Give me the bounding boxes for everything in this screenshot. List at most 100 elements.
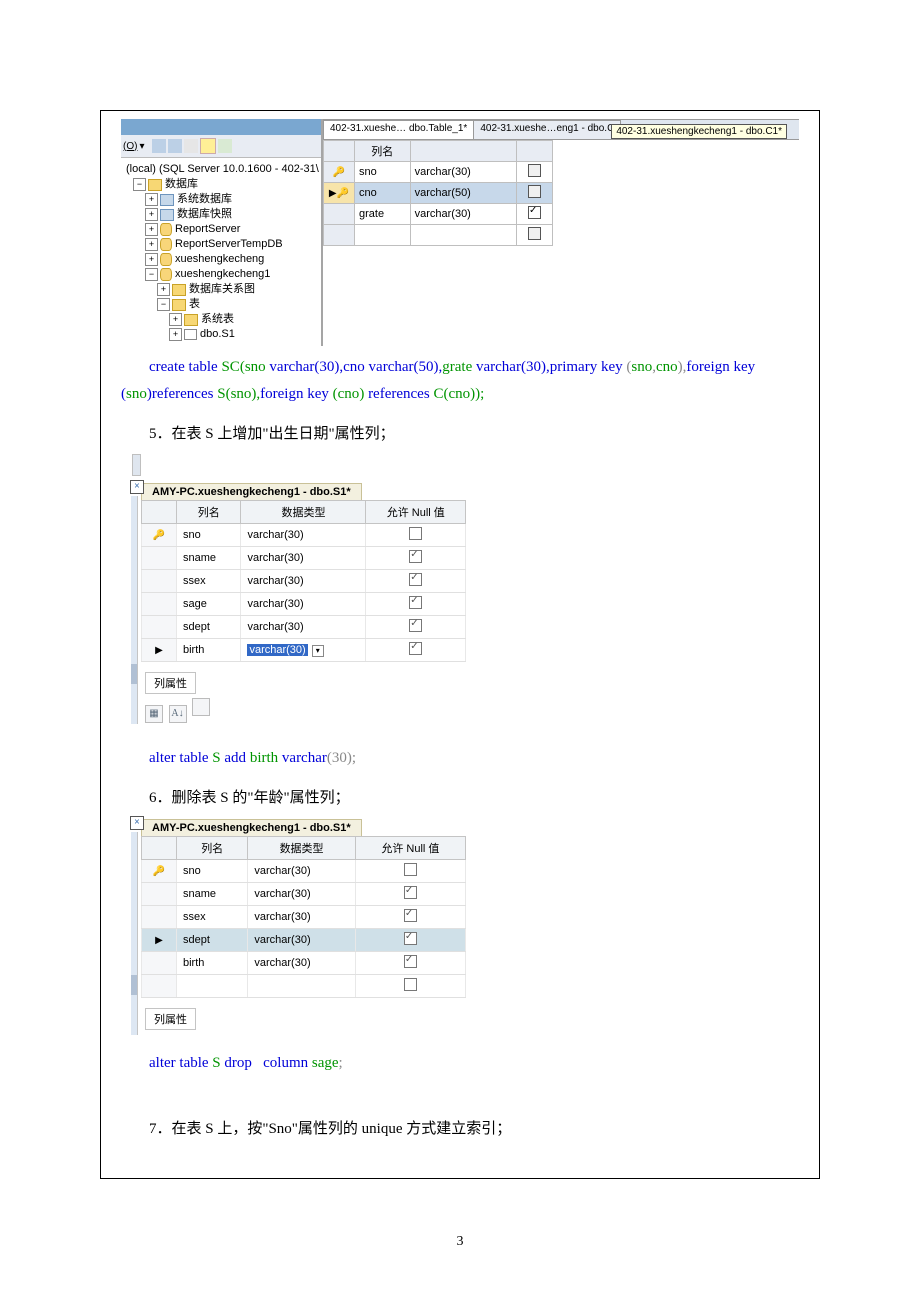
explorer-title-bar: [121, 119, 321, 135]
null-checkbox[interactable]: [404, 909, 417, 922]
column-row-empty[interactable]: [142, 975, 466, 998]
column-row[interactable]: ssexvarchar(30): [142, 906, 466, 929]
refresh-icon[interactable]: [218, 139, 232, 153]
side-strip: [131, 496, 138, 724]
col-header-name: 列名: [177, 501, 241, 524]
columns-grid[interactable]: 列名 🔑 snovarchar(30) ▶🔑 cnovarchar(50): [323, 140, 553, 246]
null-checkbox[interactable]: [528, 227, 541, 240]
null-checkbox[interactable]: [409, 573, 422, 586]
tree-tables[interactable]: −表: [123, 297, 319, 312]
col-header-type: 数据类型: [241, 501, 366, 524]
column-row[interactable]: ▶birthvarchar(30)▾: [142, 639, 466, 662]
column-row[interactable]: birthvarchar(30): [142, 952, 466, 975]
task-6: 6．删除表 S 的"年龄"属性列；: [149, 786, 799, 807]
designer-grid[interactable]: 列名 数据类型 允许 Null 值 🔑snovarchar(30) snamev…: [141, 836, 466, 998]
datatype-selected[interactable]: varchar(30): [247, 644, 307, 656]
dropdown-icon[interactable]: ▾: [312, 645, 324, 657]
close-icon[interactable]: ×: [130, 480, 144, 494]
null-checkbox[interactable]: [409, 596, 422, 609]
column-properties-tab[interactable]: 列属性: [145, 1008, 196, 1030]
screenshot-designer-add-birth: × AMY-PC.xueshengkecheng1 - dbo.S1* 列名 数…: [131, 453, 799, 725]
screenshot-ssms-table-sc: (O)▾ (local) (SQL Server 10.0.1600 - 402…: [121, 119, 799, 346]
tree-table-s1[interactable]: +dbo.S1: [123, 327, 319, 342]
null-checkbox[interactable]: [528, 206, 541, 219]
sort-icon[interactable]: A↓: [169, 705, 187, 723]
column-row[interactable]: 🔑 snovarchar(30): [324, 162, 553, 183]
sql-create-table: create table SC(sno varchar(30),cno varc…: [121, 354, 799, 381]
col-header-name: 列名: [177, 837, 248, 860]
filter-icon[interactable]: [200, 138, 216, 154]
null-checkbox[interactable]: [528, 185, 541, 198]
key-icon: 🔑: [153, 530, 165, 541]
col-header-null: 允许 Null 值: [355, 837, 465, 860]
explorer-toolbar: (O)▾: [121, 135, 321, 158]
tree-diagrams[interactable]: +数据库关系图: [123, 282, 319, 297]
document-frame: (O)▾ (local) (SQL Server 10.0.1600 - 402…: [100, 110, 820, 1179]
tab-table1[interactable]: 402-31.xueshe… dbo.Table_1*: [323, 120, 474, 139]
sql-alter-drop-sage: alter table S drop column sage;: [149, 1050, 799, 1077]
tab-c1[interactable]: 402-31.xueshe…eng1 - dbo.C: [473, 120, 621, 139]
task-7: 7．在表 S 上，按"Sno"属性列的 unique 方式建立索引；: [149, 1117, 799, 1138]
tree-db-xueshengkecheng[interactable]: +xueshengkecheng: [123, 252, 319, 267]
side-marker: [131, 664, 137, 684]
toolbar-icon[interactable]: [168, 139, 182, 153]
column-row[interactable]: snamevarchar(30): [142, 547, 466, 570]
tree-system-tables[interactable]: +系统表: [123, 312, 319, 327]
properties-toolbar: ▦ A↓: [145, 698, 466, 723]
null-checkbox[interactable]: [409, 642, 422, 655]
blank-tool[interactable]: [192, 698, 210, 716]
sql-create-table-cont: (sno)references S(sno),foreign key (cno)…: [121, 381, 799, 408]
key-icon: 🔑: [337, 188, 349, 199]
tab-tooltip: 402-31.xueshengkecheng1 - dbo.C1*: [611, 124, 787, 139]
column-row[interactable]: 🔑snovarchar(30): [142, 860, 466, 883]
null-checkbox[interactable]: [409, 619, 422, 632]
key-icon: 🔑: [333, 167, 345, 178]
null-checkbox[interactable]: [409, 550, 422, 563]
toolbar-icon[interactable]: [184, 139, 198, 153]
side-marker: [131, 975, 137, 995]
column-row[interactable]: sdeptvarchar(30): [142, 616, 466, 639]
connect-dropdown[interactable]: (O): [123, 141, 137, 152]
column-row[interactable]: sagevarchar(30): [142, 593, 466, 616]
toolbar-stub: [132, 454, 141, 476]
screenshot-designer-drop-sage: × AMY-PC.xueshengkecheng1 - dbo.S1* 列名 数…: [131, 817, 799, 1036]
null-checkbox[interactable]: [404, 955, 417, 968]
tree-db-reportserver[interactable]: +ReportServer: [123, 222, 319, 237]
column-row[interactable]: ▶sdeptvarchar(30): [142, 929, 466, 952]
tree-db-reportservertemp[interactable]: +ReportServerTempDB: [123, 237, 319, 252]
tree-system-db[interactable]: +系统数据库: [123, 192, 319, 207]
sql-alter-add-birth: alter table S add birth varchar(30);: [149, 745, 799, 772]
column-row[interactable]: ssexvarchar(30): [142, 570, 466, 593]
col-header-null: 允许 Null 值: [366, 501, 466, 524]
tree-db-snapshots[interactable]: +数据库快照: [123, 207, 319, 222]
close-icon[interactable]: ×: [130, 816, 144, 830]
null-checkbox[interactable]: [404, 978, 417, 991]
designer-grid[interactable]: 列名 数据类型 允许 Null 值 🔑snovarchar(30) snamev…: [141, 500, 466, 662]
column-row[interactable]: 🔑snovarchar(30): [142, 524, 466, 547]
page-number: 3: [100, 1234, 820, 1250]
null-checkbox[interactable]: [404, 863, 417, 876]
task-5: 5．在表 S 上增加"出生日期"属性列；: [149, 422, 799, 443]
column-row-empty[interactable]: [324, 225, 553, 246]
column-row[interactable]: snamevarchar(30): [142, 883, 466, 906]
null-checkbox[interactable]: [404, 886, 417, 899]
designer-tab[interactable]: AMY-PC.xueshengkecheng1 - dbo.S1*: [141, 483, 362, 500]
object-explorer: (O)▾ (local) (SQL Server 10.0.1600 - 402…: [121, 119, 323, 346]
null-checkbox[interactable]: [404, 932, 417, 945]
column-properties-tab[interactable]: 列属性: [145, 672, 196, 694]
key-icon: 🔑: [153, 866, 165, 877]
null-checkbox[interactable]: [409, 527, 422, 540]
col-header-type: 数据类型: [248, 837, 355, 860]
column-row[interactable]: gratevarchar(30): [324, 204, 553, 225]
tree-db-xueshengkecheng1[interactable]: −xueshengkecheng1: [123, 267, 319, 282]
tree-databases[interactable]: −数据库: [123, 177, 319, 192]
column-row[interactable]: ▶🔑 cnovarchar(50): [324, 183, 553, 204]
null-checkbox[interactable]: [528, 164, 541, 177]
designer-tab[interactable]: AMY-PC.xueshengkecheng1 - dbo.S1*: [141, 819, 362, 836]
categorized-icon[interactable]: ▦: [145, 705, 163, 723]
tree-server-node[interactable]: (local) (SQL Server 10.0.1600 - 402-31\A…: [123, 162, 319, 177]
side-strip: [131, 832, 138, 1035]
table-designer-sc: 402-31.xueshe… dbo.Table_1* 402-31.xuesh…: [323, 119, 799, 346]
col-header-name: 列名: [355, 141, 411, 162]
toolbar-icon[interactable]: [152, 139, 166, 153]
